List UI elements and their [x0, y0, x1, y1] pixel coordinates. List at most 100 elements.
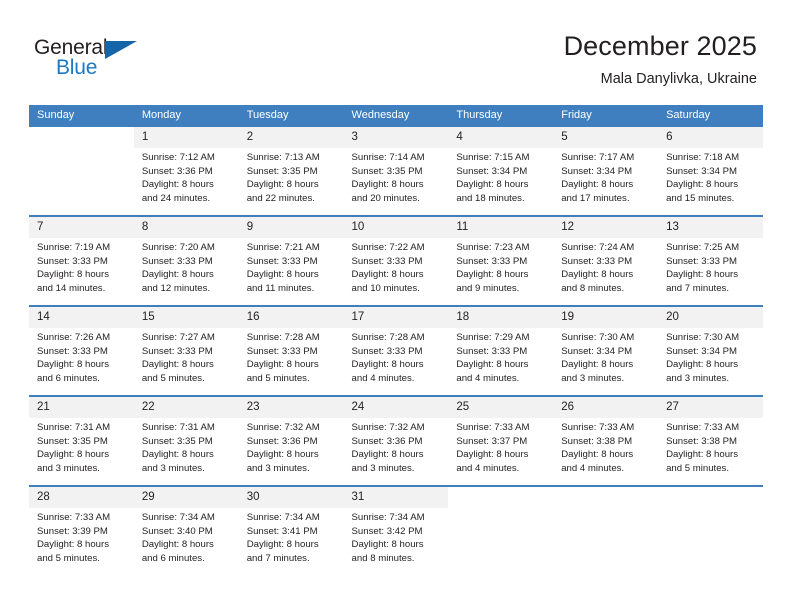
day-info-line: Sunset: 3:42 PM	[351, 525, 423, 537]
day-cell[interactable]: 8 Sunrise: 7:20 AM Sunset: 3:33 PM Daylight…	[133, 217, 239, 305]
day-info-line: Sunrise: 7:29 AM	[456, 332, 530, 343]
day-cell[interactable]: 20 Sunrise: 7:30 AM Sunset: 3:34 PM Dayligh…	[658, 307, 763, 395]
day-number: 30	[238, 487, 344, 508]
day-info-line: and 3 minutes.	[141, 462, 205, 474]
day-sun-info	[553, 508, 658, 511]
day-info-line: Sunrise: 7:31 AM	[37, 422, 111, 433]
day-info-line: Sunrise: 7:31 AM	[141, 422, 215, 433]
day-number: 19	[553, 307, 659, 328]
calendar-body: 1 Sunrise: 7:12 AM Sunset: 3:36 PM Daylight…	[29, 127, 763, 575]
day-cell[interactable]: 23 Sunrise: 7:32 AM Sunset: 3:36 PM Dayligh…	[238, 397, 344, 485]
day-cell[interactable]: 21 Sunrise: 7:31 AM Sunset: 3:35 PM Dayligh…	[29, 397, 134, 485]
day-info-line: Sunrise: 7:17 AM	[561, 152, 635, 163]
day-cell[interactable]: 18 Sunrise: 7:29 AM Sunset: 3:33 PM Dayligh…	[448, 307, 554, 395]
day-info-line: and 4 minutes.	[456, 462, 520, 474]
day-info-line: Daylight: 8 hours	[246, 359, 319, 371]
day-cell[interactable]: 2 Sunrise: 7:13 AM Sunset: 3:35 PM Daylight…	[238, 127, 344, 215]
day-info-line: Sunset: 3:33 PM	[141, 345, 213, 357]
day-number: 5	[553, 127, 659, 148]
day-number: 31	[343, 487, 449, 508]
day-cell[interactable]: 31 Sunrise: 7:34 AM Sunset: 3:42 PM Dayligh…	[343, 487, 449, 575]
day-cell[interactable]: 12 Sunrise: 7:24 AM Sunset: 3:33 PM Dayligh…	[553, 217, 659, 305]
day-sun-info: Sunrise: 7:28 AM Sunset: 3:33 PM Daylight:…	[239, 328, 344, 385]
day-cell[interactable]: 5 Sunrise: 7:17 AM Sunset: 3:34 PM Daylight…	[553, 127, 659, 215]
day-sun-info: Sunrise: 7:12 AM Sunset: 3:36 PM Daylight:…	[134, 148, 239, 205]
day-sun-info: Sunrise: 7:32 AM Sunset: 3:36 PM Daylight:…	[239, 418, 344, 475]
day-info-line: Sunrise: 7:28 AM	[246, 332, 320, 343]
page-header: General Blue December 2025 Mala Danylivk…	[0, 0, 792, 104]
day-info-line: Daylight: 8 hours	[351, 539, 424, 551]
day-number: 18	[448, 307, 554, 328]
day-info-line: and 3 minutes.	[666, 372, 729, 384]
day-cell[interactable]: 22 Sunrise: 7:31 AM Sunset: 3:35 PM Dayligh…	[133, 397, 239, 485]
day-sun-info: Sunrise: 7:25 AM Sunset: 3:33 PM Daylight:…	[658, 238, 763, 295]
day-number: 8	[133, 217, 239, 238]
day-info-line: Daylight: 8 hours	[37, 539, 109, 551]
day-cell[interactable]: 25 Sunrise: 7:33 AM Sunset: 3:37 PM Dayligh…	[448, 397, 554, 485]
day-info-line: Sunrise: 7:30 AM	[666, 332, 740, 343]
day-cell[interactable]: 4 Sunrise: 7:15 AM Sunset: 3:34 PM Daylight…	[448, 127, 554, 215]
day-info-line: Daylight: 8 hours	[666, 359, 739, 371]
day-cell[interactable]: 1 Sunrise: 7:12 AM Sunset: 3:36 PM Daylight…	[133, 127, 239, 215]
day-sun-info: Sunrise: 7:34 AM Sunset: 3:42 PM Daylight:…	[344, 508, 449, 565]
day-sun-info: Sunrise: 7:17 AM Sunset: 3:34 PM Daylight:…	[553, 148, 658, 205]
day-cell[interactable]: 13 Sunrise: 7:25 AM Sunset: 3:33 PM Dayligh…	[658, 217, 763, 305]
day-sun-info: Sunrise: 7:24 AM Sunset: 3:33 PM Daylight:…	[553, 238, 658, 295]
day-sun-info	[448, 508, 553, 511]
day-cell[interactable]: 28 Sunrise: 7:33 AM Sunset: 3:39 PM Dayligh…	[29, 487, 134, 575]
day-info-line: Daylight: 8 hours	[37, 449, 109, 461]
day-cell[interactable]: 16 Sunrise: 7:28 AM Sunset: 3:33 PM Dayligh…	[238, 307, 344, 395]
day-info-line: and 11 minutes.	[246, 282, 315, 294]
day-number: 14	[29, 307, 134, 328]
day-info-line: Daylight: 8 hours	[456, 449, 529, 461]
day-info-line: and 3 minutes.	[37, 462, 100, 474]
day-cell[interactable]: 30 Sunrise: 7:34 AM Sunset: 3:41 PM Dayligh…	[238, 487, 344, 575]
day-sun-info: Sunrise: 7:34 AM Sunset: 3:41 PM Daylight:…	[239, 508, 344, 565]
day-cell[interactable]: 11 Sunrise: 7:23 AM Sunset: 3:33 PM Dayligh…	[448, 217, 554, 305]
day-info-line: Daylight: 8 hours	[351, 449, 424, 461]
day-sun-info: Sunrise: 7:32 AM Sunset: 3:36 PM Daylight:…	[344, 418, 449, 475]
day-cell[interactable]: 14 Sunrise: 7:26 AM Sunset: 3:33 PM Dayligh…	[29, 307, 134, 395]
day-info-line: Sunrise: 7:34 AM	[351, 512, 425, 523]
day-cell[interactable]: 9 Sunrise: 7:21 AM Sunset: 3:33 PM Daylight…	[238, 217, 344, 305]
day-info-line: and 10 minutes.	[351, 282, 420, 294]
day-info-line: Sunrise: 7:13 AM	[246, 152, 320, 163]
day-info-line: Daylight: 8 hours	[351, 179, 424, 191]
day-cell[interactable]: 26 Sunrise: 7:33 AM Sunset: 3:38 PM Dayligh…	[553, 397, 659, 485]
day-info-line: Daylight: 8 hours	[666, 269, 739, 281]
day-info-line: Daylight: 8 hours	[141, 359, 214, 371]
day-cell[interactable]: 6 Sunrise: 7:18 AM Sunset: 3:34 PM Daylight…	[658, 127, 763, 215]
day-info-line: Sunset: 3:33 PM	[456, 345, 528, 357]
day-info-line: Sunset: 3:34 PM	[456, 165, 528, 177]
week-row: 21 Sunrise: 7:31 AM Sunset: 3:35 PM Dayligh…	[29, 397, 763, 485]
day-sun-info: Sunrise: 7:31 AM Sunset: 3:35 PM Daylight:…	[134, 418, 239, 475]
day-number: 1	[133, 127, 239, 148]
day-info-line: Sunrise: 7:26 AM	[37, 332, 111, 343]
day-cell[interactable]: 24 Sunrise: 7:32 AM Sunset: 3:36 PM Dayligh…	[343, 397, 449, 485]
day-number: 25	[448, 397, 554, 418]
weekday-header-thursday: Thursday	[448, 105, 554, 127]
day-cell[interactable]: 29 Sunrise: 7:34 AM Sunset: 3:40 PM Dayligh…	[133, 487, 239, 575]
day-number: 20	[658, 307, 763, 328]
day-info-line: and 8 minutes.	[351, 552, 415, 564]
day-info-line: Sunrise: 7:33 AM	[456, 422, 530, 433]
day-number: 11	[448, 217, 554, 238]
day-info-line: Daylight: 8 hours	[246, 269, 319, 281]
day-cell[interactable]: 15 Sunrise: 7:27 AM Sunset: 3:33 PM Dayligh…	[133, 307, 239, 395]
day-info-line: Sunset: 3:33 PM	[351, 255, 423, 267]
day-cell[interactable]: 7 Sunrise: 7:19 AM Sunset: 3:33 PM Daylight…	[29, 217, 134, 305]
day-info-line: and 5 minutes.	[141, 372, 205, 384]
day-info-line: and 7 minutes.	[666, 282, 729, 294]
day-cell[interactable]: 27 Sunrise: 7:33 AM Sunset: 3:38 PM Dayligh…	[658, 397, 763, 485]
day-info-line: Sunset: 3:36 PM	[141, 165, 213, 177]
day-cell[interactable]: 10 Sunrise: 7:22 AM Sunset: 3:33 PM Dayligh…	[343, 217, 449, 305]
day-number	[658, 487, 763, 508]
day-cell[interactable]: 17 Sunrise: 7:28 AM Sunset: 3:33 PM Dayligh…	[343, 307, 449, 395]
day-number: 2	[238, 127, 344, 148]
general-blue-logo[interactable]: General Blue	[34, 36, 164, 86]
day-cell[interactable]: 3 Sunrise: 7:14 AM Sunset: 3:35 PM Daylight…	[343, 127, 449, 215]
day-info-line: Daylight: 8 hours	[37, 359, 109, 371]
day-info-line: Sunrise: 7:33 AM	[561, 422, 635, 433]
day-cell[interactable]: 19 Sunrise: 7:30 AM Sunset: 3:34 PM Dayligh…	[553, 307, 659, 395]
day-info-line: Daylight: 8 hours	[456, 269, 529, 281]
